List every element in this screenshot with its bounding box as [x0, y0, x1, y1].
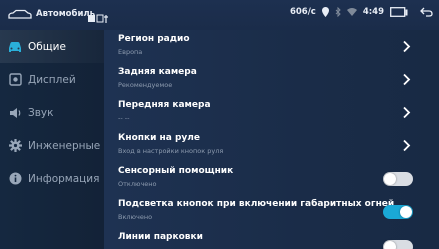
toggle-knob	[400, 206, 412, 218]
setting-title: Регион радио	[118, 34, 190, 44]
speaker-icon	[8, 106, 22, 120]
screen: Автомобиль 606/с 4:49 Общие Дисплей Звук…	[0, 0, 439, 249]
setting-rear-camera[interactable]: Задняя камера Рекомендуемое	[104, 63, 439, 96]
sidebar-item-info[interactable]: Информация	[0, 162, 104, 195]
touch-assistant-toggle[interactable]	[383, 172, 413, 186]
sidebar-item-label: Инженерные	[28, 139, 101, 152]
setting-value: Отключено	[118, 180, 157, 188]
toggle-knob	[384, 173, 396, 185]
setting-title: Сенсорный помощник	[118, 166, 234, 176]
sidebar-item-sound[interactable]: Звук	[0, 96, 104, 129]
sidebar-item-display[interactable]: Дисплей	[0, 63, 104, 96]
app-title: Автомобиль	[36, 9, 96, 19]
clock: 4:49	[362, 7, 384, 17]
sidebar-item-label: Звук	[28, 106, 54, 119]
setting-title: Передняя камера	[118, 100, 211, 110]
status-right: 606/с 4:49	[290, 7, 433, 17]
speed-readout: 606/с	[289, 7, 316, 17]
parking-lines-toggle[interactable]	[383, 240, 413, 249]
button-backlight-toggle[interactable]	[383, 205, 413, 219]
setting-title: Задняя камера	[118, 67, 197, 77]
setting-value: Включено	[118, 213, 153, 221]
info-icon	[8, 172, 22, 186]
display-icon	[8, 73, 22, 87]
back-icon[interactable]	[420, 7, 433, 17]
wifi-icon	[346, 8, 357, 16]
setting-steering-buttons[interactable]: Кнопки на руле Вход в настройки кнопок р…	[104, 129, 439, 162]
location-icon	[321, 7, 329, 17]
chevron-right-icon[interactable]	[402, 40, 411, 53]
chevron-right-icon[interactable]	[402, 73, 411, 86]
setting-value: Рекомендуемое	[118, 81, 173, 89]
sidebar-item-general[interactable]: Общие	[0, 30, 104, 63]
sidebar: Общие Дисплей Звук Инженерные Информация	[0, 30, 104, 249]
sidebar-item-label: Общие	[28, 40, 66, 53]
chevron-right-icon[interactable]	[402, 139, 411, 152]
status-bar: Автомобиль 606/с 4:49	[0, 0, 439, 30]
notification-icon	[88, 14, 108, 23]
car-icon	[8, 40, 22, 54]
setting-title: Подсветка кнопок при включении габаритны…	[118, 199, 395, 209]
settings-list: Регион радио Европа Задняя камера Рекоме…	[104, 30, 439, 249]
setting-value: Европа	[118, 48, 143, 56]
setting-front-camera[interactable]: Передняя камера -- --	[104, 96, 439, 129]
setting-value: Вход в настройки кнопок руля	[118, 147, 224, 155]
setting-title: Кнопки на руле	[118, 133, 200, 143]
toggle-knob	[384, 241, 396, 249]
setting-button-backlight[interactable]: Подсветка кнопок при включении габаритны…	[104, 195, 439, 228]
setting-title: Линии парковки	[118, 232, 203, 242]
sidebar-item-label: Дисплей	[28, 73, 76, 86]
setting-value: -- --	[118, 114, 130, 122]
notification-icons	[88, 9, 110, 28]
bluetooth-icon	[335, 7, 341, 17]
window-icon[interactable]	[390, 7, 408, 17]
gear-icon	[8, 139, 22, 153]
setting-touch-assistant[interactable]: Сенсорный помощник Отключено	[104, 162, 439, 195]
sidebar-item-label: Информация	[28, 172, 100, 185]
setting-radio-region[interactable]: Регион радио Европа	[104, 30, 439, 63]
setting-parking-lines[interactable]: Линии парковки	[104, 228, 439, 249]
chevron-right-icon[interactable]	[402, 106, 411, 119]
sidebar-item-engineering[interactable]: Инженерные	[0, 129, 104, 162]
car-outline-icon	[8, 9, 32, 19]
